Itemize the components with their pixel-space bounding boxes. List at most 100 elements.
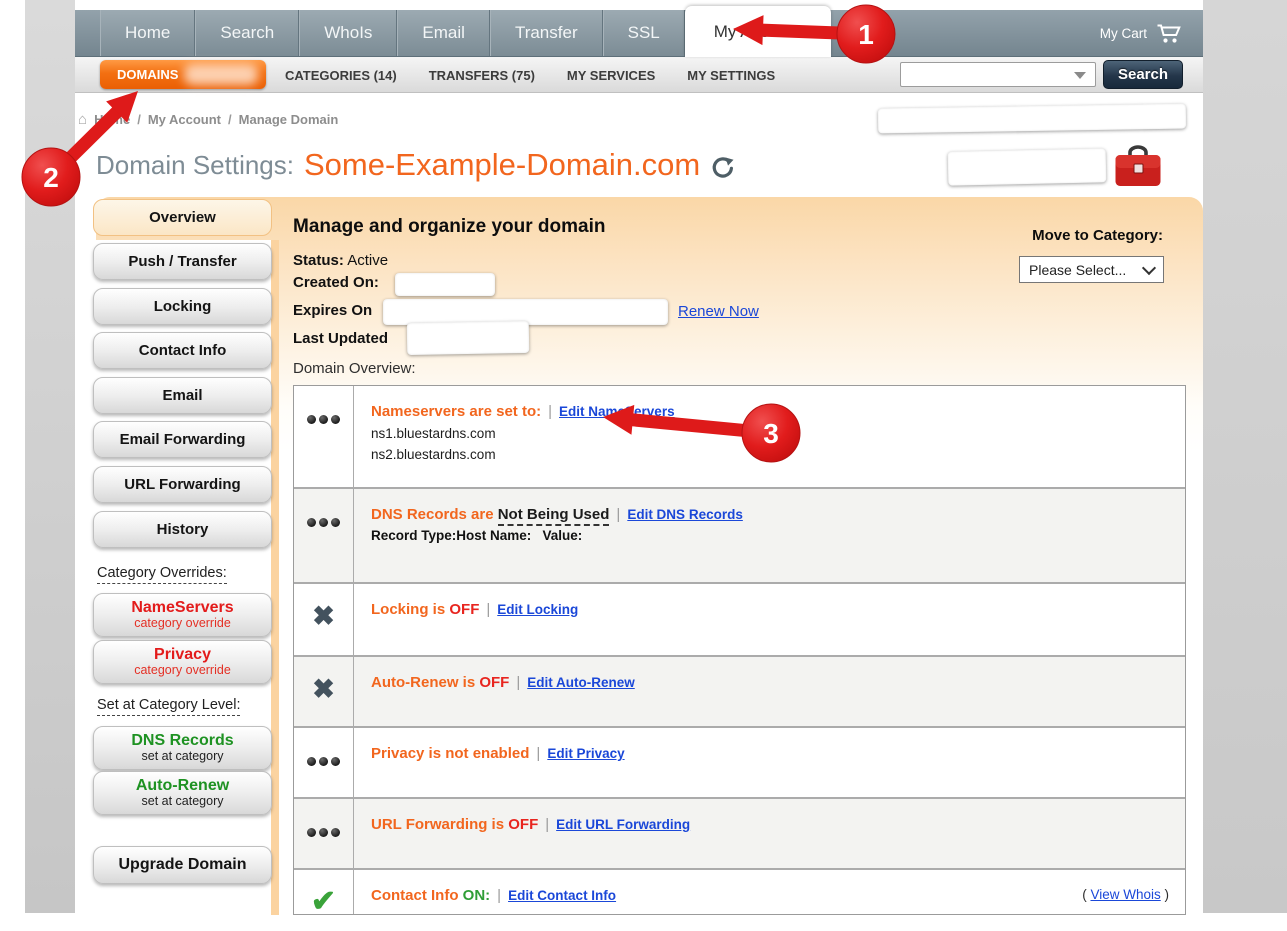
sidebar-category-dns-records[interactable]: DNS Recordsset at category <box>93 726 272 770</box>
redacted-updated-date <box>407 321 530 355</box>
expires-on-label: Expires On <box>293 302 372 319</box>
top-nav-tab-email[interactable]: Email <box>397 10 490 56</box>
sub-nav-item-my-services[interactable]: MY SERVICES <box>567 68 655 83</box>
domain-search-input[interactable] <box>905 64 1074 86</box>
title-segment: OFF <box>508 816 538 833</box>
status-line: Status: Active <box>293 252 388 269</box>
row-content: Auto-Renew is OFF | Edit Auto-Renew <box>354 657 1185 726</box>
overview-row-edit-locking: ✖Locking is OFF|Edit Locking <box>294 584 1185 657</box>
breadcrumb-item-manage-domain[interactable]: Manage Domain <box>239 112 339 127</box>
row-detail-bold-line: Record Type:Host Name: Value: <box>371 528 1171 543</box>
top-nav-tab-search[interactable]: Search <box>195 10 299 56</box>
button-title: Auto-Renew <box>136 778 229 795</box>
title-segment: Not Being Used <box>498 506 610 526</box>
last-updated-label: Last Updated <box>293 330 388 347</box>
domains-tab-label: DOMAINS <box>117 67 178 82</box>
sidebar-tab-url-forwarding[interactable]: URL Forwarding <box>93 466 272 503</box>
title-segment: Contact Info <box>371 887 463 904</box>
breadcrumb-separator: / <box>137 112 141 127</box>
sidebar-tab-email[interactable]: Email <box>93 377 272 414</box>
sidebar-tab-locking[interactable]: Locking <box>93 288 272 325</box>
separator: | <box>536 745 540 762</box>
title-segment: URL Forwarding is <box>371 816 508 833</box>
sidebar-orange-divider <box>271 240 279 915</box>
edit-contact-info-link[interactable]: Edit Contact Info <box>508 888 616 903</box>
sub-nav-item-my-settings[interactable]: MY SETTINGS <box>687 68 775 83</box>
edit-locking-link[interactable]: Edit Locking <box>497 602 578 617</box>
separator: | <box>486 601 490 618</box>
edit-auto-renew-link[interactable]: Edit Auto-Renew <box>527 675 635 690</box>
row-detail-line: ns1.bluestardns.com <box>371 426 1171 441</box>
edit-url-forwarding-link[interactable]: Edit URL Forwarding <box>556 817 690 832</box>
top-nav-tab-ssl[interactable]: SSL <box>603 10 685 56</box>
redacted-account-info <box>878 104 1186 134</box>
breadcrumb-item-home[interactable]: Home <box>94 112 130 127</box>
status-label: Status: <box>293 252 344 269</box>
category-overrides-heading: Category Overrides: <box>97 565 227 584</box>
separator: | <box>545 816 549 833</box>
page-title-prefix: Domain Settings: <box>96 150 294 181</box>
cart-icon <box>1156 23 1183 44</box>
combobox-dropdown-arrow-icon[interactable] <box>1074 72 1086 79</box>
top-nav-tab-transfer[interactable]: Transfer <box>490 10 603 56</box>
sidebar-tab-history[interactable]: History <box>93 511 272 548</box>
sidebar-upgrade-domain-button[interactable]: Upgrade Domain <box>93 846 272 884</box>
renew-now-link[interactable]: Renew Now <box>678 303 759 320</box>
top-nav-tab-whois[interactable]: WhoIs <box>299 10 397 56</box>
top-nav-tab-my-account[interactable]: My Account <box>685 6 831 57</box>
x-icon: ✖ <box>294 657 354 726</box>
sidebar-tab-email-forwarding[interactable]: Email Forwarding <box>93 421 272 458</box>
title-segment: ON: <box>463 887 491 904</box>
domain-overview-table: Nameservers are set to:|Edit NameServers… <box>293 385 1186 915</box>
button-subtitle: set at category <box>142 795 224 809</box>
title-segment: Privacy is not enabled <box>371 745 529 762</box>
domain-name: Some-Example-Domain.com <box>304 147 700 183</box>
sidebar-override-privacy[interactable]: Privacycategory override <box>93 640 272 684</box>
domain-overview-label: Domain Overview: <box>293 360 416 377</box>
refresh-icon[interactable] <box>710 156 734 180</box>
overview-row-edit-dns-records: DNS Records are Not Being Used|Edit DNS … <box>294 489 1185 584</box>
dots-icon <box>294 386 354 487</box>
my-cart-button[interactable]: My Cart <box>1100 10 1183 57</box>
button-title: NameServers <box>131 600 233 617</box>
sidebar-tab-push-transfer[interactable]: Push / Transfer <box>93 243 272 280</box>
row-title: Locking is OFF|Edit Locking <box>371 601 1171 618</box>
row-content: Contact Info ON:|Edit Contact Info( View… <box>354 870 1185 915</box>
chevron-down-icon <box>1142 260 1156 274</box>
category-select[interactable]: Please Select... <box>1019 256 1164 283</box>
title-segment: DNS Records are <box>371 506 498 523</box>
edit-privacy-link[interactable]: Edit Privacy <box>547 746 624 761</box>
left-page-margin <box>25 0 75 913</box>
dots-icon <box>294 799 354 868</box>
sub-nav-item-categories-14-[interactable]: CATEGORIES (14) <box>285 68 397 83</box>
toolbox-icon[interactable] <box>1114 145 1162 194</box>
title-segment: OFF <box>479 674 509 691</box>
sub-nav-item-transfers-75-[interactable]: TRANSFERS (75) <box>429 68 535 83</box>
redacted-domains-count <box>184 64 258 85</box>
title-segment: Auto-Renew is <box>371 674 479 691</box>
search-button[interactable]: Search <box>1103 60 1183 89</box>
status-value: Active <box>347 252 388 269</box>
check-icon: ✔ <box>294 870 354 915</box>
button-subtitle: category override <box>134 617 231 631</box>
account-sub-navigation: DOMAINS CATEGORIES (14) TRANSFERS (75) MY … <box>75 57 1203 93</box>
domain-settings-page: HomeSearchWhoIsEmailTransferSSLMy Accoun… <box>0 0 1287 931</box>
separator: | <box>516 674 520 691</box>
breadcrumb-item-my-account[interactable]: My Account <box>148 112 221 127</box>
overview-row-edit-url-forwarding: URL Forwarding is OFF | Edit URL Forwardin… <box>294 799 1185 870</box>
edit-dns-records-link[interactable]: Edit DNS Records <box>627 507 743 522</box>
right-page-margin <box>1203 0 1287 913</box>
sub-nav-domains-tab[interactable]: DOMAINS <box>100 60 266 89</box>
separator: | <box>497 887 501 904</box>
top-nav-tab-home[interactable]: Home <box>100 10 195 56</box>
sidebar-category-auto-renew[interactable]: Auto-Renewset at category <box>93 771 272 815</box>
sidebar-tab-overview[interactable]: Overview <box>93 199 272 236</box>
sidebar-override-nameservers[interactable]: NameServerscategory override <box>93 593 272 637</box>
sidebar-tab-contact-info[interactable]: Contact Info <box>93 332 272 369</box>
row-content: Locking is OFF|Edit Locking <box>354 584 1185 655</box>
redacted-domain-meta <box>948 148 1107 185</box>
view-whois-link[interactable]: View Whois <box>1090 887 1160 902</box>
domain-search-combobox[interactable] <box>900 62 1096 87</box>
edit-nameservers-link[interactable]: Edit NameServers <box>559 404 675 419</box>
section-heading: Manage and organize your domain <box>293 216 606 238</box>
